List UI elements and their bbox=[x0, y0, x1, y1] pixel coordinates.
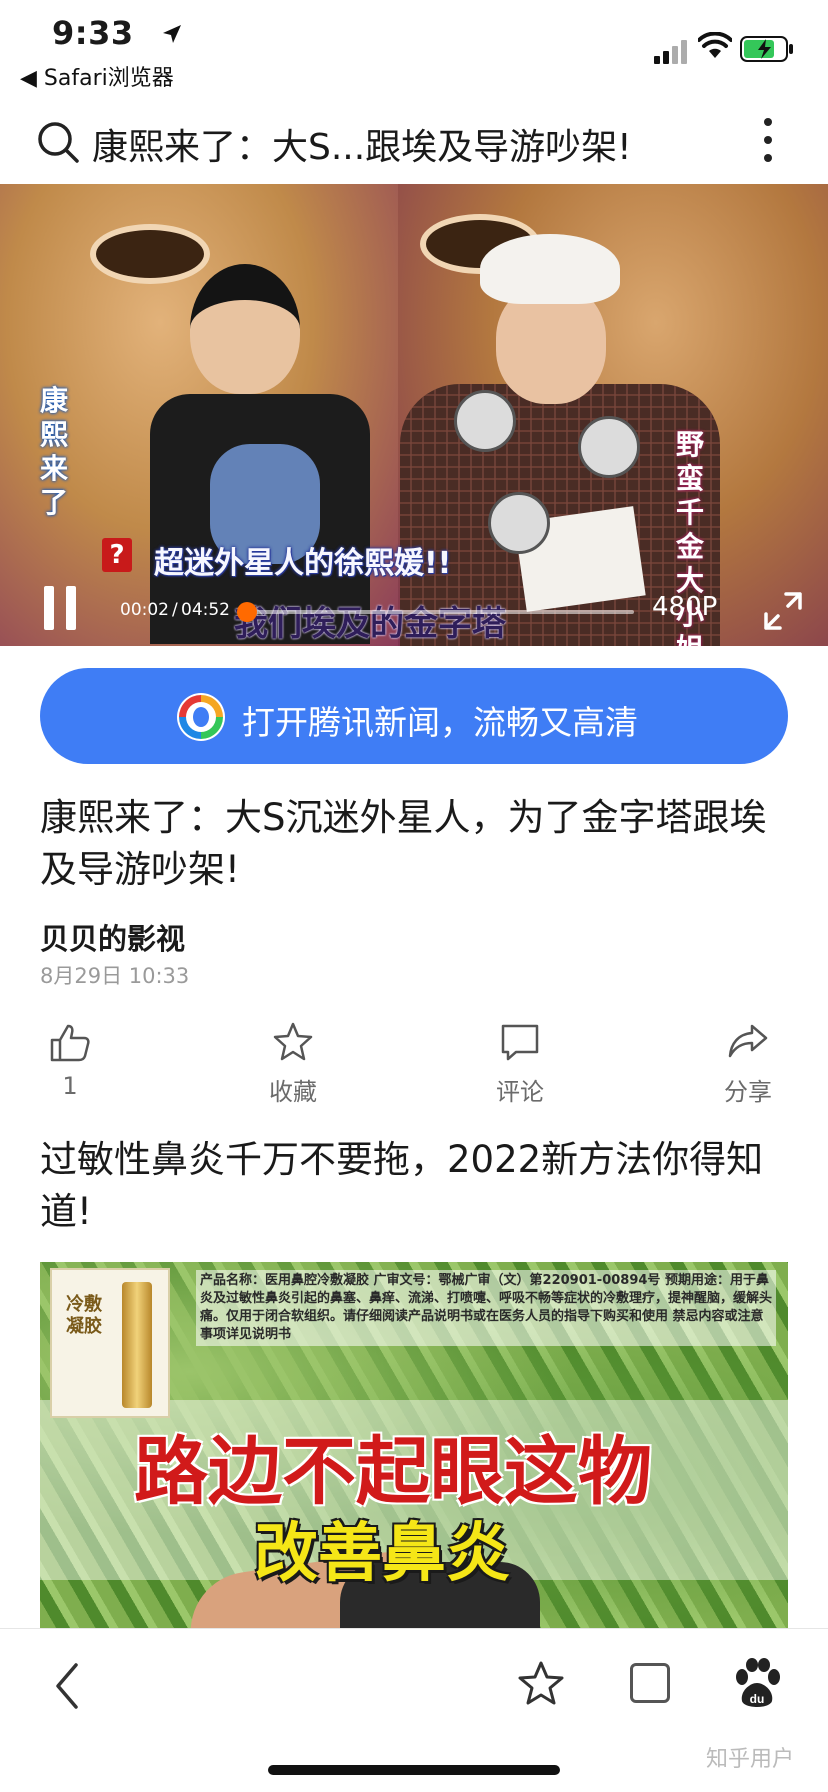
status-time: 9:33 bbox=[52, 14, 134, 52]
search-icon[interactable] bbox=[36, 120, 80, 164]
ad-title[interactable]: 过敏性鼻炎千万不要拖，2022新方法你得知道! bbox=[40, 1134, 800, 1238]
bookmark-star-icon[interactable] bbox=[516, 1659, 566, 1709]
comment-label: 评论 bbox=[496, 1078, 544, 1106]
share-button[interactable]: 分享 bbox=[688, 1020, 808, 1120]
cellular-signal-icon bbox=[654, 38, 690, 64]
video-progress-bar[interactable] bbox=[236, 602, 634, 622]
title-bar: 康熙来了：大S...跟埃及导游吵架! bbox=[0, 96, 828, 182]
back-chevron-icon[interactable] bbox=[48, 1659, 88, 1713]
status-bar: 9:33 ◀ Safari浏览器 bbox=[0, 0, 828, 96]
wifi-icon bbox=[698, 32, 732, 58]
tencent-news-logo-icon bbox=[177, 693, 225, 741]
ad-product-box: 冷敷凝胶 bbox=[50, 1268, 170, 1418]
bottom-toolbar: du 知乎用户 bbox=[0, 1628, 828, 1792]
thumbs-up-icon bbox=[50, 1024, 90, 1062]
like-count: 1 bbox=[62, 1072, 78, 1100]
pause-icon[interactable] bbox=[42, 586, 78, 630]
video-progress-knob[interactable] bbox=[236, 602, 257, 622]
star-icon bbox=[273, 1022, 313, 1061]
suit-badge bbox=[454, 390, 516, 452]
open-app-banner-text: 打开腾讯新闻，流畅又高清 bbox=[242, 703, 638, 742]
video-overlay-left-text: 康熙来了 bbox=[40, 384, 69, 519]
ad-image[interactable]: 冷敷凝胶 产品名称：医用鼻腔冷敷凝胶 广审文号：鄂械广审（文）第220901-0… bbox=[40, 1262, 788, 1628]
open-tencent-news-button[interactable]: 打开腾讯新闻，流畅又高清 bbox=[40, 668, 788, 764]
more-options-icon[interactable] bbox=[756, 116, 780, 166]
ad-description: 产品名称：医用鼻腔冷敷凝胶 广审文号：鄂械广审（文）第220901-00894号… bbox=[196, 1270, 776, 1346]
favorite-button[interactable]: 收藏 bbox=[233, 1020, 353, 1120]
video-controls: 00:02 / 04:52 480P bbox=[0, 576, 828, 646]
comment-icon bbox=[501, 1024, 539, 1061]
share-icon bbox=[728, 1024, 768, 1058]
comment-button[interactable]: 评论 bbox=[460, 1020, 580, 1120]
like-button[interactable]: 1 bbox=[10, 1020, 130, 1120]
battery-charging-icon bbox=[740, 36, 793, 62]
home-indicator[interactable] bbox=[268, 1765, 560, 1775]
suit-badge bbox=[488, 492, 550, 554]
ad-product-text: 冷敷凝胶 bbox=[66, 1294, 102, 1337]
location-arrow-icon bbox=[163, 25, 181, 43]
share-label: 分享 bbox=[724, 1078, 772, 1106]
favorite-label: 收藏 bbox=[269, 1078, 317, 1106]
baidu-paw-icon[interactable]: du bbox=[732, 1657, 782, 1711]
suit-badge bbox=[578, 416, 640, 478]
svg-text:du: du bbox=[750, 1692, 765, 1706]
article-title: 康熙来了：大S沉迷外星人，为了金字塔跟埃及导游吵架! bbox=[40, 796, 767, 891]
action-row: 1 收藏 评论 分享 bbox=[0, 1020, 828, 1120]
video-current-time: 00:02 bbox=[120, 600, 169, 620]
page-title[interactable]: 康熙来了：大S...跟埃及导游吵架! bbox=[92, 118, 632, 170]
watermark-text: 知乎用户 bbox=[706, 1747, 795, 1772]
ad-headline-2: 改善鼻炎 bbox=[254, 1517, 510, 1591]
fullscreen-icon[interactable] bbox=[762, 590, 804, 632]
caption-question-icon: ? bbox=[102, 538, 132, 572]
video-quality-button[interactable]: 480P bbox=[652, 592, 717, 622]
video-total-time: 04:52 bbox=[181, 600, 230, 620]
publish-date: 8月29日 10:33 bbox=[40, 964, 190, 988]
author-name[interactable]: 贝贝的影视 bbox=[40, 916, 185, 958]
tabs-icon[interactable] bbox=[630, 1663, 670, 1703]
back-to-safari-link[interactable]: ◀ Safari浏览器 bbox=[20, 60, 174, 92]
video-time-separator: / bbox=[172, 600, 178, 620]
